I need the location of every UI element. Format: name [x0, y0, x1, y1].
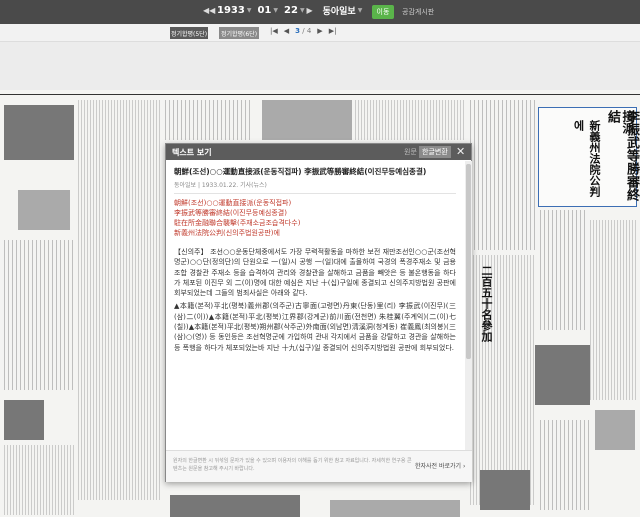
subheading: 朝鮮(조선)○○運動直接派(운동직접파): [174, 199, 292, 207]
tab-layout-5[interactable]: 정기합평(5단): [170, 27, 208, 39]
chevron-down-icon[interactable]: ▼: [358, 7, 363, 14]
article-title: 朝鮮(조선)○○運動直接派(운동직접파) 李振武等勝審終結(이진무등예심종결): [174, 167, 427, 176]
text-column: [590, 220, 638, 400]
scrollbar-thumb[interactable]: [466, 164, 471, 359]
top-toolbar: ◀◀ 1933 ▼ 01 ▼ 22 ▼ ▶ 동아일보 ▼ 이동 공감게시판: [0, 0, 640, 24]
advertisement-image: [595, 410, 635, 450]
advertisement-image: [4, 400, 44, 440]
advertisement-image: [480, 470, 530, 510]
article-body-continued: ▲本籍(본적)平北(평북)義州郡(의주군)古寧面(고령면)丹東(단동)里(리) …: [174, 302, 456, 352]
advertisement-image: [170, 495, 300, 517]
current-page: 3: [295, 27, 301, 35]
page-border: [0, 94, 640, 95]
last-page-icon[interactable]: ▶|: [329, 27, 337, 35]
close-icon[interactable]: ✕: [456, 145, 465, 158]
text-view-dialog: 텍스트 보기 원문 한글변환 ✕ 朝鮮(조선)○○運動直接派(운동직접파) 李振…: [165, 143, 472, 482]
publication-select[interactable]: 동아일보: [323, 4, 356, 17]
text-column: [540, 420, 590, 510]
headline: 李振武等勝審終結: [605, 110, 639, 201]
dialog-footer: 원자의 한글변환 시 뒤섞임 문자가 있을 수 있으며 이용자의 이해를 돕기 …: [166, 450, 472, 482]
subheading: 新義州法院公判(신의주법원공판)에: [174, 229, 280, 237]
chevron-down-icon[interactable]: ▼: [247, 7, 252, 14]
text-column: [78, 100, 162, 500]
tab-layout-6[interactable]: 정기합평(6단): [219, 27, 259, 39]
scrollbar[interactable]: [465, 161, 472, 450]
go-button[interactable]: 이동: [372, 5, 394, 19]
headline: 新義州法院公判에: [572, 120, 601, 197]
prev-page-icon[interactable]: ◀: [284, 27, 289, 35]
dialog-header: 텍스트 보기 원문 한글변환 ✕: [166, 144, 471, 160]
text-column: [540, 210, 585, 330]
subheading: 李振武等勝審終結(이진무등예심종결): [174, 209, 287, 217]
first-page-icon[interactable]: |◀: [270, 27, 278, 35]
year-select[interactable]: 1933: [217, 5, 245, 16]
article-body: 【신의주】 조선○○운동단체중에서도 가장 무력적활동을 마하한 보전 재만조선…: [174, 248, 456, 298]
date-navigator: ◀◀ 1933 ▼ 01 ▼ 22 ▼ ▶ 동아일보 ▼: [203, 4, 362, 17]
next-day-icon[interactable]: ▶: [305, 6, 315, 15]
footer-note: 원자의 한글변환 시 뒤섞임 문자가 있을 수 있으며 이용자의 이해를 돕기 …: [173, 458, 412, 472]
korean-convert-toggle[interactable]: 한글변환: [419, 146, 451, 158]
article-meta: 동아일보 | 1933.01.22. 기사(뉴스): [174, 182, 267, 189]
text-column: [165, 100, 250, 140]
page-navigator: |◀ ◀ 3 / 4 ▶ ▶|: [270, 27, 337, 35]
advertisement-image: [330, 500, 460, 517]
notice-board-link[interactable]: 공감게시판: [402, 7, 434, 17]
dialog-body: 朝鮮(조선)○○運動直接派(운동직접파) 李振武等勝審終結(이진무등예심종결) …: [166, 160, 464, 450]
newspaper-photo: [4, 105, 74, 160]
text-column: [355, 100, 465, 140]
view-toolbar: 정기합평(5단) 정기합평(6단) |◀ ◀ 3 / 4 ▶ ▶|: [0, 24, 640, 42]
dialog-title: 텍스트 보기: [172, 147, 212, 157]
text-column: [4, 445, 74, 515]
advertisement-image: [535, 345, 590, 405]
text-column: [470, 100, 535, 250]
hanja-dictionary-link[interactable]: 한자사전 바로가기 ›: [415, 461, 465, 470]
month-select[interactable]: 01: [257, 5, 271, 16]
article-subheadings: 朝鮮(조선)○○運動直接派(운동직접파) 李振武等勝審終結(이진무등예심종결) …: [174, 198, 456, 238]
next-page-icon[interactable]: ▶: [317, 27, 322, 35]
subheading: 駐在所金融聯合襲擊(주재소금조습격다수): [174, 219, 301, 227]
total-pages: 4: [306, 27, 312, 35]
headline: 二百五十名參加: [480, 265, 493, 342]
text-column: [4, 240, 74, 390]
prev-year-icon[interactable]: ◀◀: [203, 6, 215, 15]
newspaper-photo: [262, 100, 352, 140]
newspaper-photo: [18, 190, 70, 230]
chevron-down-icon[interactable]: ▼: [273, 7, 278, 14]
original-text-toggle[interactable]: 원문: [404, 147, 417, 157]
divider: [174, 193, 456, 194]
day-select[interactable]: 22: [284, 5, 298, 16]
